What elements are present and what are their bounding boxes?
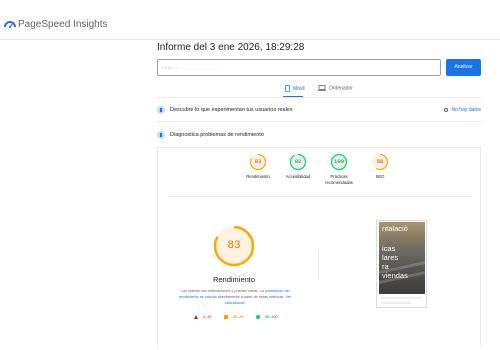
gauge-seo[interactable]: 58 bbox=[371, 153, 389, 171]
legend-average: 50–89 bbox=[224, 314, 244, 320]
gauge-value: 58 bbox=[376, 158, 384, 165]
gauge-label: Accesibilidad bbox=[285, 174, 311, 179]
pagespeed-logo-icon bbox=[4, 21, 16, 29]
screenshot-text: icas bbox=[382, 244, 396, 253]
no-data-label: No hay datos bbox=[451, 107, 481, 113]
screenshot-text: viendas bbox=[382, 271, 408, 280]
desc-text: Los valores son estimaciones y pueden va… bbox=[180, 289, 265, 293]
section-divider bbox=[157, 121, 481, 122]
field-data-icon bbox=[157, 106, 165, 114]
field-data-title: Descubre lo que experimentan tus usuario… bbox=[170, 107, 293, 113]
performance-gauge: 83 bbox=[212, 224, 256, 268]
panel-divider bbox=[168, 196, 472, 197]
vertical-separator bbox=[318, 250, 319, 280]
pass-circle-icon bbox=[256, 315, 260, 319]
gauge-value: 100 bbox=[334, 158, 344, 165]
diagnose-title: Diagnostica problemas de rendimiento bbox=[170, 132, 264, 138]
no-data-link[interactable]: No hay datos bbox=[443, 106, 481, 114]
tab-desktop-label: Ordenador bbox=[329, 85, 353, 92]
screenshot-text: lares bbox=[382, 253, 399, 262]
tab-mobile[interactable]: Móvil bbox=[285, 85, 305, 93]
diagnose-icon bbox=[157, 131, 165, 139]
gauge-value: 92 bbox=[294, 158, 302, 165]
fail-triangle-icon bbox=[194, 315, 198, 319]
analyze-button[interactable]: Analizar bbox=[446, 59, 481, 76]
field-data-row[interactable]: Descubre lo que experimentan tus usuario… bbox=[157, 105, 481, 117]
gauge-accessibility[interactable]: 92 bbox=[289, 153, 307, 171]
legend-label: 0–49 bbox=[203, 315, 212, 319]
legend-pass: 90–100 bbox=[256, 314, 278, 320]
gauge-best-practices[interactable]: 100 bbox=[330, 153, 348, 171]
gauge-performance[interactable]: 83 bbox=[249, 153, 267, 171]
screenshot-text: ra bbox=[382, 262, 389, 271]
page-screenshot: ntalació icas lares ra viendas bbox=[376, 220, 427, 308]
url-input[interactable]: https://............................ bbox=[157, 59, 441, 76]
diagnose-row[interactable]: Diagnostica problemas de rendimiento bbox=[157, 130, 481, 142]
brand-title[interactable]: PageSpeed Insights bbox=[18, 19, 108, 30]
tab-desktop[interactable]: Ordenador bbox=[318, 85, 353, 92]
desc-text: directamente a partir de estas métricas. bbox=[216, 295, 286, 299]
tabs-divider bbox=[157, 97, 481, 98]
average-square-icon bbox=[224, 315, 228, 319]
report-title: Informe del 3 ene 2026, 18:29:28 bbox=[157, 42, 305, 53]
legend-label: 50–89 bbox=[233, 315, 244, 319]
top-bar: PageSpeed Insights bbox=[0, 0, 500, 40]
laptop-icon bbox=[318, 85, 326, 91]
gauge-label: SEO bbox=[375, 174, 385, 179]
performance-description: Los valores son estimaciones y pueden va… bbox=[174, 288, 296, 306]
active-tab-indicator bbox=[283, 96, 303, 97]
legend-fail: 0–49 bbox=[194, 314, 211, 320]
performance-label: Rendimiento bbox=[212, 275, 256, 284]
legend-label: 90–100 bbox=[265, 315, 278, 319]
gauge-label: Prácticas recomendadas bbox=[325, 174, 353, 185]
screenshot-footer bbox=[381, 302, 411, 304]
screenshot-footer bbox=[381, 297, 421, 299]
gauge-value: 83 bbox=[254, 158, 262, 165]
screenshot-text: ntalació bbox=[382, 224, 408, 233]
performance-value: 83 bbox=[227, 240, 241, 252]
screenshot-image: ntalació icas lares ra viendas bbox=[379, 222, 425, 294]
phone-icon bbox=[285, 85, 290, 92]
info-icon bbox=[443, 107, 448, 112]
gauge-label: Rendimiento bbox=[246, 174, 270, 179]
tab-mobile-label: Móvil bbox=[293, 85, 305, 92]
